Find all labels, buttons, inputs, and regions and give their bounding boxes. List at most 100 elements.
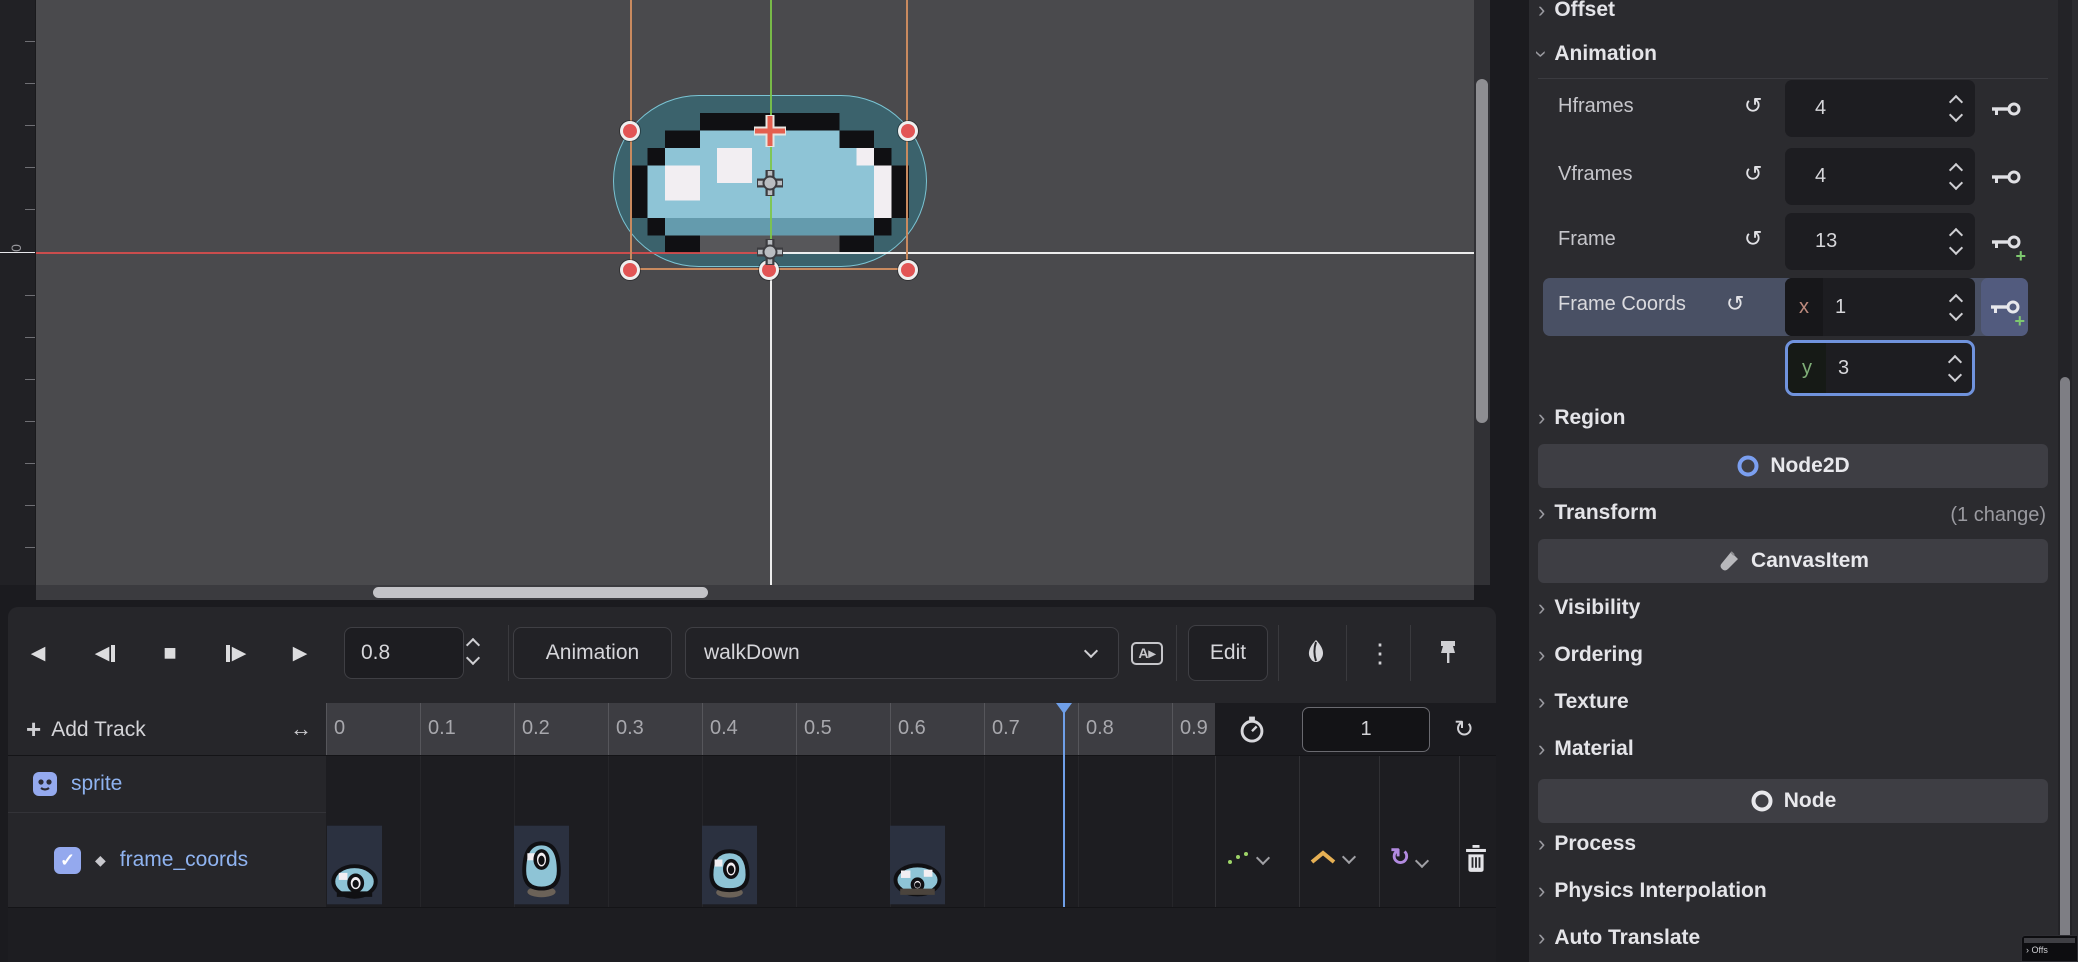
- revert-icon[interactable]: ↺: [1726, 291, 1744, 317]
- section-texture[interactable]: › Texture: [1538, 690, 1629, 714]
- anchor-gizmo[interactable]: [753, 166, 787, 200]
- frame-coords-x-input[interactable]: x 1: [1785, 278, 1975, 336]
- keyframe-thumbnail-2[interactable]: [702, 825, 757, 905]
- chevron-right-icon: ›: [1538, 833, 1545, 855]
- ruler-tick: [25, 209, 35, 210]
- key-insert-button[interactable]: +: [1981, 278, 2028, 336]
- section-transform[interactable]: › Transform: [1538, 501, 1657, 525]
- revert-icon[interactable]: ↺: [1744, 161, 1762, 187]
- keyframe-thumbnail-0[interactable]: [327, 825, 382, 905]
- revert-icon[interactable]: ↺: [1744, 93, 1762, 119]
- value-spinner[interactable]: [1951, 296, 1961, 319]
- viewport-hscrollbar-thumb[interactable]: [373, 587, 708, 598]
- section-offset[interactable]: › Offset: [1538, 0, 1615, 22]
- add-track-header: + Add Track ↔: [8, 703, 326, 756]
- chevron-down-icon: ›: [1531, 50, 1553, 57]
- playhead-marker[interactable]: [1056, 703, 1072, 714]
- property-label: Frame Coords: [1558, 293, 1686, 316]
- node-icon: [1750, 789, 1774, 813]
- section-auto-translate[interactable]: › Auto Translate: [1538, 926, 1700, 950]
- ruler-tick: [25, 421, 35, 422]
- timeline-length-controls: 1 ↻: [1215, 703, 1496, 756]
- ruler-tick-label: 0.3: [608, 703, 702, 756]
- section-material[interactable]: › Material: [1538, 737, 1634, 761]
- section-animation[interactable]: › Animation: [1538, 42, 1657, 66]
- update-mode-button[interactable]: [1226, 849, 1268, 867]
- keyframe-thumbnail-1[interactable]: [514, 825, 569, 905]
- section-visibility[interactable]: › Visibility: [1538, 596, 1640, 620]
- interpolation-mode-button[interactable]: [1310, 849, 1354, 865]
- section-physics-interpolation[interactable]: › Physics Interpolation: [1538, 879, 1767, 903]
- transform-change-badge: (1 change): [1950, 504, 2046, 527]
- ruler-tick: [25, 505, 35, 506]
- hframes-input[interactable]: 4: [1785, 80, 1975, 137]
- vframes-value: 4: [1815, 165, 1826, 188]
- delete-track-icon: [1464, 845, 1488, 873]
- playhead-line[interactable]: [1063, 703, 1065, 907]
- vframes-input[interactable]: 4: [1785, 148, 1975, 205]
- remove-track-button[interactable]: [1464, 845, 1488, 873]
- viewport-hscrollbar[interactable]: [36, 585, 1474, 600]
- section-ordering[interactable]: › Ordering: [1538, 643, 1643, 667]
- play-button[interactable]: ▶: [280, 627, 320, 679]
- more-options-button[interactable]: ⋮: [1363, 635, 1397, 671]
- section-process[interactable]: › Process: [1538, 832, 1636, 856]
- selection-handle[interactable]: [620, 260, 640, 280]
- anchor-gizmo[interactable]: [753, 235, 787, 269]
- play-backwards-icon: ◀: [31, 642, 46, 665]
- selection-handle[interactable]: [898, 260, 918, 280]
- frame-coords-y-input[interactable]: y 3: [1785, 340, 1975, 396]
- viewport-vscrollbar-thumb[interactable]: [1476, 79, 1488, 423]
- chevron-right-icon: ›: [1538, 738, 1545, 760]
- plus-icon[interactable]: +: [26, 714, 41, 745]
- pin-panel-button[interactable]: [1430, 635, 1466, 671]
- edit-button[interactable]: Edit: [1188, 625, 1268, 681]
- play-backwards-button[interactable]: ◀: [18, 627, 58, 679]
- track-enabled-checkbox[interactable]: ✓: [54, 847, 81, 874]
- property-label: Frame: [1558, 228, 1616, 251]
- keyframe-thumbnail-3[interactable]: [890, 825, 945, 905]
- position-cross-gizmo[interactable]: [752, 113, 788, 149]
- selection-handle[interactable]: [898, 121, 918, 141]
- key-insert-button[interactable]: +: [1984, 213, 2028, 270]
- toolbar-separator: [1410, 625, 1411, 681]
- sprite2d-node-icon: [32, 771, 58, 797]
- stop-button[interactable]: ■: [150, 627, 190, 679]
- value-spinner[interactable]: [1950, 357, 1960, 380]
- inspector-scrollbar-thumb[interactable]: [2060, 377, 2070, 962]
- loop-animation-icon[interactable]: ↻: [1454, 715, 1474, 744]
- frame-input[interactable]: 13: [1785, 213, 1975, 270]
- section-region[interactable]: › Region: [1538, 406, 1626, 430]
- track-node-row[interactable]: sprite: [8, 756, 326, 812]
- value-spinner[interactable]: [1951, 97, 1961, 120]
- timeline-ruler[interactable]: 0 0.1 0.2 0.3 0.4 0.5 0.6 0.7 0.8 0.9: [326, 703, 1215, 756]
- play-backwards-from-end-button[interactable]: ◀: [83, 627, 127, 679]
- pan-timeline-icon[interactable]: ↔: [290, 716, 312, 742]
- onion-skinning-button[interactable]: [1298, 635, 1334, 671]
- key-button[interactable]: [1984, 148, 2028, 205]
- value-spinner[interactable]: [1951, 165, 1961, 188]
- loop-wrap-mode-button[interactable]: ↻: [1390, 843, 1427, 872]
- value-spinner[interactable]: [1951, 230, 1961, 253]
- animation-length-input[interactable]: 1: [1302, 707, 1430, 752]
- x-axis-badge: x: [1785, 278, 1823, 336]
- play-from-start-button[interactable]: ▶: [214, 627, 258, 679]
- animation-menu-button[interactable]: Animation: [513, 627, 672, 679]
- add-track-label[interactable]: Add Track: [51, 718, 146, 742]
- playback-speed-input[interactable]: 0.8: [344, 627, 464, 679]
- track-property-row[interactable]: ✓ ◆ frame_coords: [8, 813, 326, 907]
- ruler-tick: [25, 83, 35, 84]
- ruler-tick: [25, 41, 35, 42]
- revert-icon[interactable]: ↺: [1744, 226, 1762, 252]
- key-button[interactable]: [1984, 80, 2028, 137]
- animation-select-dropdown[interactable]: walkDown: [685, 627, 1119, 679]
- autoplay-on-load-button[interactable]: A▸: [1128, 635, 1166, 671]
- selection-handle[interactable]: [620, 121, 640, 141]
- kebab-menu-icon: ⋮: [1367, 638, 1393, 669]
- category-node[interactable]: Node: [1538, 779, 2048, 823]
- category-canvasitem[interactable]: CanvasItem: [1538, 539, 2048, 583]
- speed-spinner[interactable]: [468, 640, 478, 663]
- ruler-tick: [25, 337, 35, 338]
- chevron-right-icon: ›: [1538, 880, 1545, 902]
- category-node2d[interactable]: Node2D: [1538, 444, 2048, 488]
